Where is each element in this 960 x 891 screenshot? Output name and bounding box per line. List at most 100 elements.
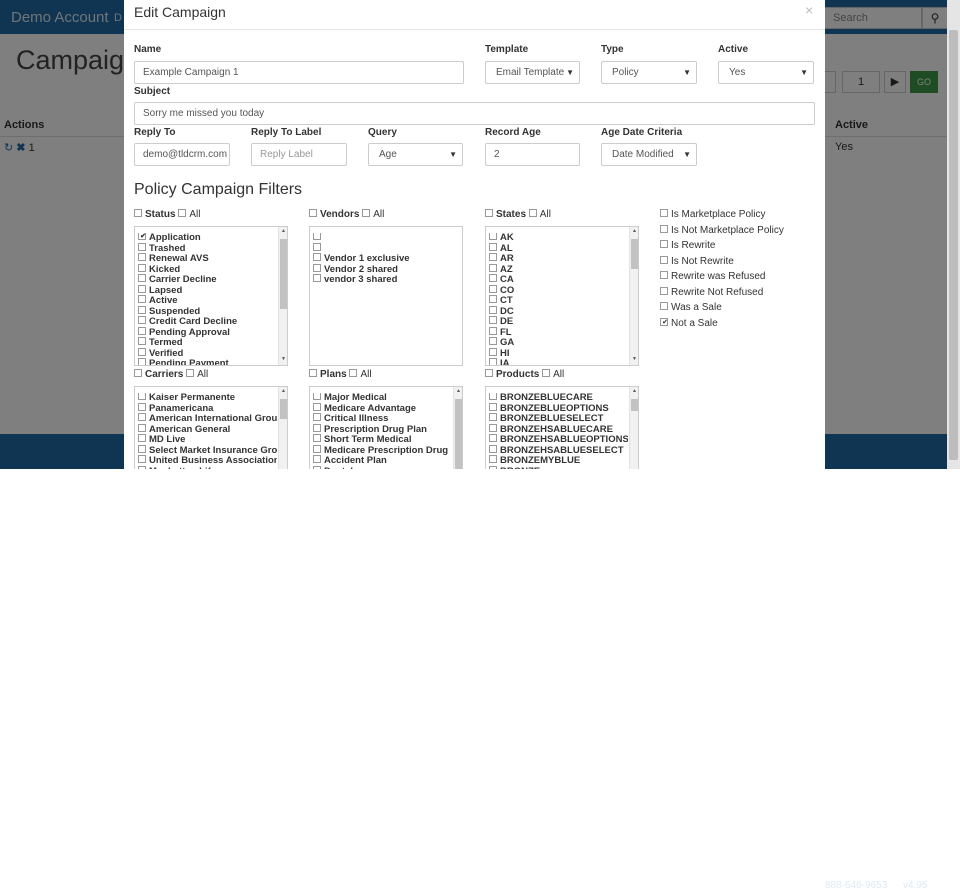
- vendors-option-checkbox[interactable]: [313, 274, 321, 283]
- scroll-up-icon[interactable]: ▲: [630, 228, 638, 235]
- products-all-checkbox[interactable]: [542, 369, 551, 378]
- close-icon[interactable]: ×: [805, 2, 813, 18]
- states-option-checkbox[interactable]: [489, 305, 497, 314]
- policy-flag-option[interactable]: Is Marketplace Policy: [660, 209, 765, 220]
- status-option-checkbox[interactable]: [138, 233, 147, 241]
- template-select[interactable]: Email Template ▼: [485, 61, 580, 84]
- carriers-list-scrollbar[interactable]: ▲: [278, 387, 287, 469]
- carriers-option-checkbox[interactable]: [138, 413, 146, 422]
- scrollbar-thumb[interactable]: [455, 399, 462, 469]
- policy-flag-option[interactable]: Rewrite was Refused: [660, 271, 765, 282]
- states-option-checkbox[interactable]: [489, 347, 497, 356]
- states-option-checkbox[interactable]: [489, 316, 497, 325]
- scrollbar-thumb[interactable]: [280, 399, 287, 419]
- scroll-down-icon[interactable]: ▼: [630, 356, 638, 363]
- scrollbar-thumb[interactable]: [280, 239, 287, 309]
- policy-flag-checkbox[interactable]: [660, 224, 668, 233]
- record-age-input[interactable]: 2: [485, 143, 580, 166]
- status-option-checkbox[interactable]: [138, 295, 146, 304]
- states-option-checkbox[interactable]: [489, 358, 497, 365]
- vendors-option-checkbox[interactable]: [313, 242, 321, 251]
- status-option-checkbox[interactable]: [138, 284, 146, 293]
- status-option-checkbox[interactable]: [138, 337, 146, 346]
- carriers-group-checkbox[interactable]: [134, 369, 142, 378]
- scroll-up-icon[interactable]: ▲: [630, 388, 638, 395]
- policy-flag-checkbox[interactable]: [660, 209, 668, 218]
- reply-to-input[interactable]: demo@tldcrm.com: [134, 143, 230, 166]
- products-group-checkbox[interactable]: [485, 369, 493, 378]
- products-option-checkbox[interactable]: [489, 423, 497, 432]
- plans-option-checkbox[interactable]: [313, 402, 321, 411]
- carriers-option-checkbox[interactable]: [138, 434, 146, 443]
- plans-option-checkbox[interactable]: [313, 393, 321, 401]
- status-group-checkbox[interactable]: [134, 209, 142, 218]
- states-option-checkbox[interactable]: [489, 242, 497, 251]
- plans-group-checkbox[interactable]: [309, 369, 317, 378]
- plans-option-checkbox[interactable]: [313, 413, 321, 422]
- states-option-checkbox[interactable]: [489, 326, 497, 335]
- policy-flag-option[interactable]: Rewrite Not Refused: [660, 287, 763, 298]
- products-list[interactable]: BRONZEBLUECARE BRONZEBLUEOPTIONS BRONZEBLU…: [485, 386, 639, 469]
- states-list[interactable]: AK AL AR AZ CA CO CT DC DE FL GA HI IA ▲ ▼: [485, 226, 639, 366]
- products-option-checkbox[interactable]: [489, 444, 497, 453]
- carriers-option-checkbox[interactable]: [138, 423, 146, 432]
- policy-flag-checkbox[interactable]: [660, 317, 669, 326]
- scrollbar-thumb[interactable]: [631, 239, 638, 269]
- vendors-option[interactable]: [310, 233, 452, 244]
- products-option-checkbox[interactable]: [489, 393, 497, 401]
- type-select[interactable]: Policy ▼: [601, 61, 697, 84]
- states-option-checkbox[interactable]: [489, 263, 497, 272]
- status-option-checkbox[interactable]: [138, 242, 146, 251]
- states-option-checkbox[interactable]: [489, 274, 497, 283]
- states-option-checkbox[interactable]: [489, 233, 497, 241]
- policy-flag-checkbox[interactable]: [660, 255, 668, 264]
- states-option-checkbox[interactable]: [489, 284, 497, 293]
- carriers-option-checkbox[interactable]: [138, 393, 146, 401]
- carriers-option-checkbox[interactable]: [138, 444, 146, 453]
- policy-flag-checkbox[interactable]: [660, 240, 668, 249]
- policy-flag-option[interactable]: Is Not Marketplace Policy: [660, 225, 784, 236]
- vendors-list[interactable]: Vendor 1 exclusive Vendor 2 shared vendor …: [309, 226, 463, 366]
- policy-flag-option[interactable]: Was a Sale: [660, 302, 722, 313]
- plans-option-checkbox[interactable]: [313, 423, 321, 432]
- status-option-checkbox[interactable]: [138, 263, 146, 272]
- states-list-scrollbar[interactable]: ▲ ▼: [629, 227, 638, 365]
- products-option-checkbox[interactable]: [489, 434, 497, 443]
- status-option-checkbox[interactable]: [138, 316, 146, 325]
- plans-all-checkbox[interactable]: [349, 369, 358, 378]
- scroll-up-icon[interactable]: ▲: [279, 388, 287, 395]
- plans-list-scrollbar[interactable]: ▲: [453, 387, 462, 469]
- vendors-option-checkbox[interactable]: [313, 233, 321, 241]
- policy-flag-checkbox[interactable]: [660, 271, 668, 280]
- vendors-all-checkbox[interactable]: [362, 209, 371, 218]
- status-option-checkbox[interactable]: [138, 274, 146, 283]
- status-option-checkbox[interactable]: [138, 358, 146, 365]
- products-option-checkbox[interactable]: [489, 455, 497, 464]
- age-date-criteria-select[interactable]: Date Modified ▼: [601, 143, 697, 166]
- page-scrollbar-thumb[interactable]: [949, 30, 958, 460]
- status-option-checkbox[interactable]: [138, 326, 146, 335]
- query-select[interactable]: Age ▼: [368, 143, 463, 166]
- active-select[interactable]: Yes ▼: [718, 61, 814, 84]
- name-input[interactable]: Example Campaign 1: [134, 61, 464, 84]
- vendors-option-checkbox[interactable]: [313, 263, 321, 272]
- status-option-checkbox[interactable]: [138, 347, 146, 356]
- scroll-down-icon[interactable]: ▼: [279, 356, 287, 363]
- carriers-option-checkbox[interactable]: [138, 402, 146, 411]
- states-option-checkbox[interactable]: [489, 337, 497, 346]
- status-option-checkbox[interactable]: [138, 253, 146, 262]
- products-option-checkbox[interactable]: [489, 413, 497, 422]
- scrollbar-thumb[interactable]: [631, 399, 638, 411]
- policy-flag-option[interactable]: Not a Sale: [660, 318, 718, 329]
- states-group-checkbox[interactable]: [485, 209, 493, 218]
- status-all-checkbox[interactable]: [178, 209, 187, 218]
- vendors-group-checkbox[interactable]: [309, 209, 317, 218]
- policy-flag-option[interactable]: Is Not Rewrite: [660, 256, 734, 267]
- states-option[interactable]: IA: [486, 358, 628, 365]
- products-option-checkbox[interactable]: [489, 402, 497, 411]
- status-option-checkbox[interactable]: [138, 305, 146, 314]
- plans-option-checkbox[interactable]: [313, 434, 321, 443]
- subject-input[interactable]: Sorry me missed you today: [134, 102, 815, 125]
- states-all-checkbox[interactable]: [528, 209, 537, 218]
- status-list[interactable]: ApplicationTrashedRenewal AVSKickedCarri…: [134, 226, 288, 366]
